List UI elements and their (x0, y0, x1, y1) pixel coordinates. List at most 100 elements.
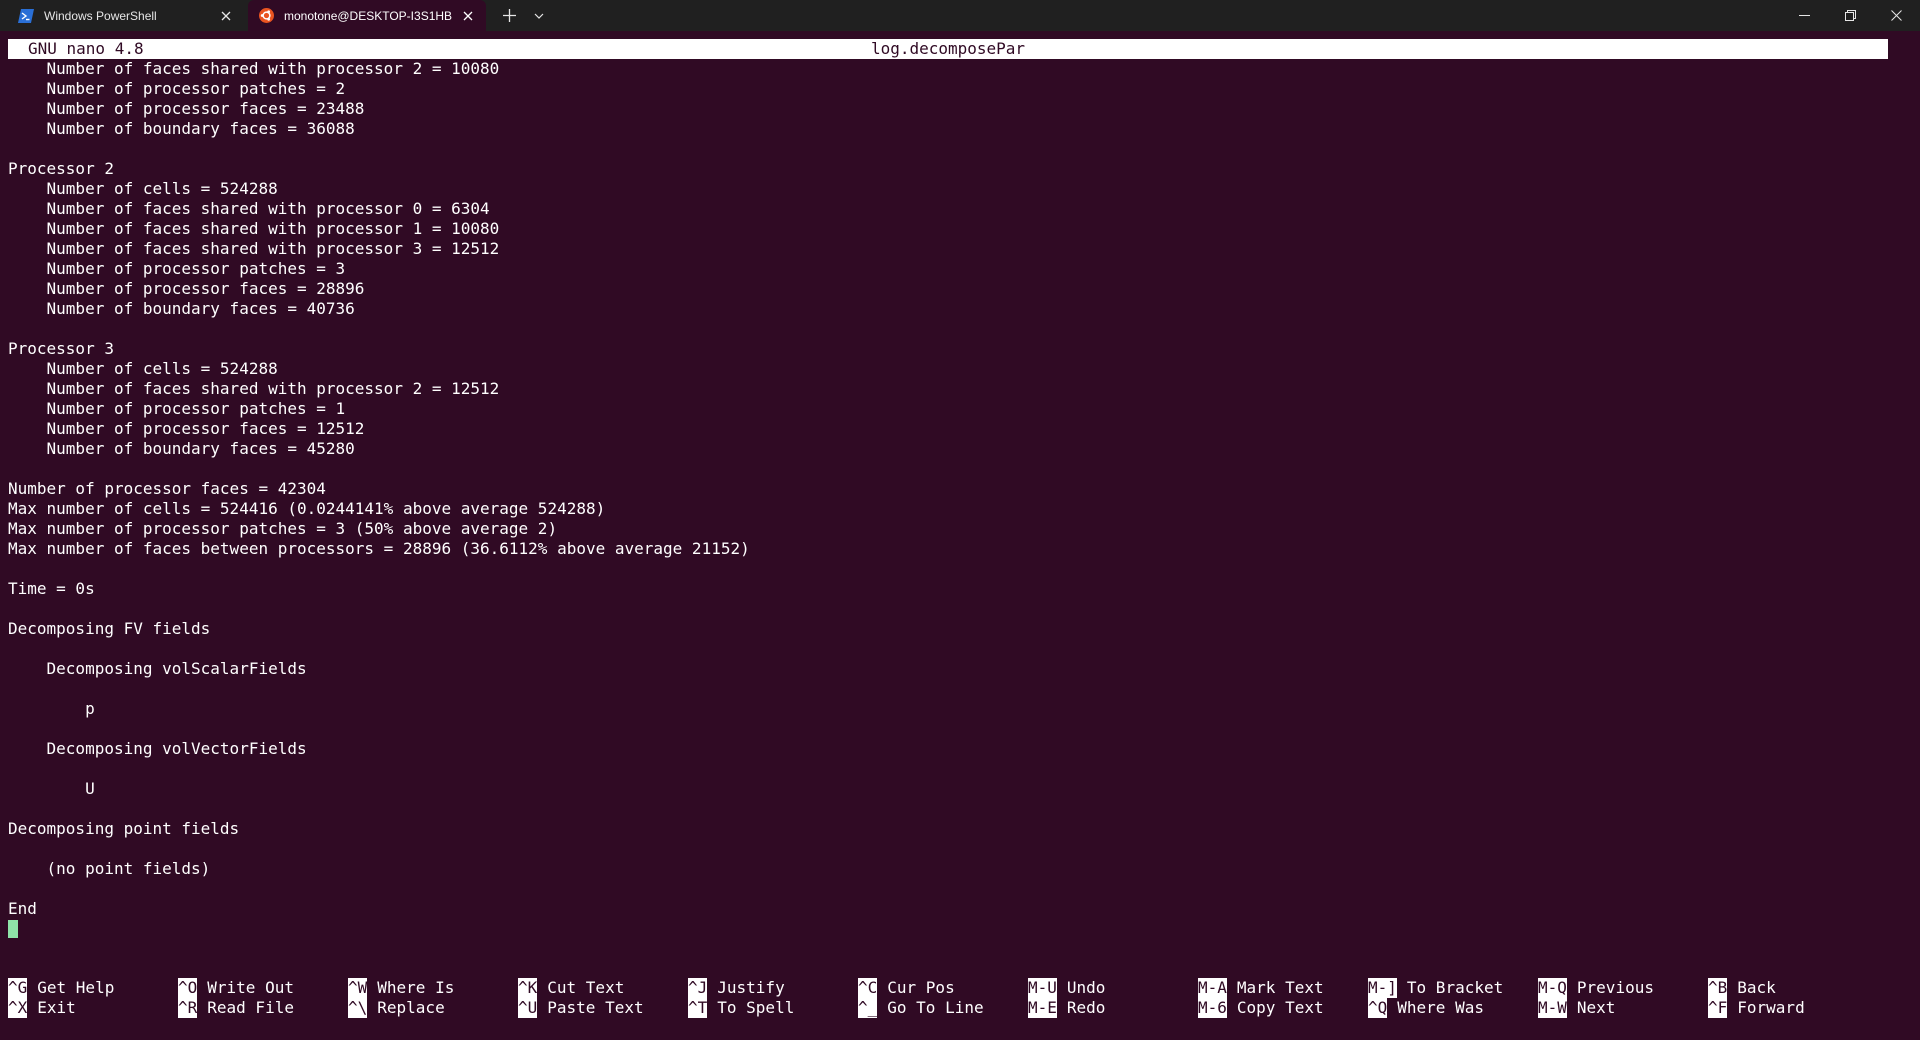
shortcut-label: Read File (207, 998, 294, 1017)
editor-line: Number of processor faces = 23488 (8, 99, 365, 118)
editor-line: Decomposing FV fields (8, 619, 211, 638)
editor-line: (no point fields) (8, 859, 211, 878)
editor-line: p (8, 699, 95, 718)
editor-line: Number of processor faces = 28896 (8, 279, 365, 298)
close-tab-icon[interactable] (458, 6, 478, 26)
shortcut-key: M-A (1198, 978, 1227, 998)
shortcut-label: Undo (1066, 978, 1106, 997)
shortcut-previous[interactable]: M-Q Previous (1538, 978, 1654, 998)
shortcut-key: M-U (1028, 978, 1057, 998)
shortcut-where-is[interactable]: ^W Where Is (348, 978, 454, 998)
tab-ubuntu[interactable]: monotone@DESKTOP-I3S1HB (248, 0, 486, 31)
shortcut-key: ^O (178, 978, 198, 998)
editor-line: U (8, 779, 95, 798)
shortcut-mark-text[interactable]: M-A Mark Text (1198, 978, 1324, 998)
tab-title: monotone@DESKTOP-I3S1HB (284, 8, 453, 23)
shortcut-forward[interactable]: ^F Forward (1708, 998, 1805, 1018)
editor-line: Number of processor patches = 2 (8, 79, 346, 98)
shortcut-key: ^\ (348, 998, 368, 1018)
shortcut-write-out[interactable]: ^O Write Out (178, 978, 294, 998)
editor-line: Number of faces shared with processor 2 … (8, 379, 500, 398)
editor-line: Number of faces shared with processor 3 … (8, 239, 500, 258)
file-name: log.decomposePar (870, 39, 1026, 58)
shortcut-key: M-] (1368, 978, 1397, 998)
shortcut-label: Previous (1576, 978, 1654, 997)
shortcut-label: To Bracket (1406, 978, 1504, 997)
new-tab-button[interactable] (494, 0, 524, 31)
shortcut-cut-text[interactable]: ^K Cut Text (518, 978, 624, 998)
shortcut-label: Get Help (37, 978, 115, 997)
shortcut-redo[interactable]: M-E Redo (1028, 998, 1105, 1018)
tab-dropdown-button[interactable] (526, 0, 552, 31)
tab-title: Windows PowerShell (44, 8, 157, 23)
shortcut-back[interactable]: ^B Back (1708, 978, 1776, 998)
shortcut-label: Exit (37, 998, 76, 1017)
editor-line: Number of processor patches = 1 (8, 399, 346, 418)
shortcut-where-was[interactable]: ^Q Where Was (1368, 998, 1484, 1018)
shortcut-label: Next (1576, 998, 1616, 1017)
editor-line: Max number of faces between processors =… (8, 539, 750, 558)
title-bar: Windows PowerShell monotone@DESKTOP-I3S1… (0, 0, 1920, 31)
tab-windows-powershell[interactable]: Windows PowerShell (8, 0, 244, 31)
shortcut-label: Forward (1737, 998, 1805, 1017)
editor-line: Number of boundary faces = 36088 (8, 119, 355, 138)
shortcut-label: Cut Text (547, 978, 625, 997)
ubuntu-icon (258, 8, 274, 24)
shortcut-paste-text[interactable]: ^U Paste Text (518, 998, 644, 1018)
shortcut-get-help[interactable]: ^G Get Help (8, 978, 114, 998)
editor-line: Number of cells = 524288 (8, 179, 278, 198)
shortcut-exit[interactable]: ^X Exit (8, 998, 76, 1018)
close-tab-icon[interactable] (216, 6, 236, 26)
restore-button[interactable] (1828, 0, 1872, 31)
shortcut-label: Where Was (1397, 998, 1484, 1017)
editor-line: Decomposing volVectorFields (8, 739, 307, 758)
shortcut-label: Go To Line (887, 998, 984, 1017)
shortcut-read-file[interactable]: ^R Read File (178, 998, 294, 1018)
shortcut-to-spell[interactable]: ^T To Spell (688, 998, 794, 1018)
shortcut-cur-pos[interactable]: ^C Cur Pos (858, 978, 955, 998)
shortcut-replace[interactable]: ^\ Replace (348, 998, 445, 1018)
shortcut-copy-text[interactable]: M-6 Copy Text (1198, 998, 1324, 1018)
editor-line: End (8, 899, 37, 918)
plus-icon (502, 9, 516, 22)
shortcut-label: Cur Pos (887, 978, 955, 997)
shortcut-label: Write Out (207, 978, 294, 997)
shortcut-key: ^B (1708, 978, 1728, 998)
shortcut-key: ^C (858, 978, 878, 998)
shortcut-label: Paste Text (547, 998, 644, 1017)
minimize-button[interactable] (1782, 0, 1826, 31)
shortcut-key: ^J (688, 978, 708, 998)
shortcut-label: Justify (717, 978, 785, 997)
shortcut-label: Redo (1066, 998, 1106, 1017)
shortcut-key: ^T (688, 998, 708, 1018)
editor-buffer[interactable]: Number of faces shared with processor 2 … (8, 59, 1888, 959)
close-window-button[interactable] (1874, 0, 1918, 31)
editor-line: Number of processor faces = 42304 (8, 479, 326, 498)
close-icon (1890, 10, 1902, 21)
shortcut-next[interactable]: M-W Next (1538, 998, 1615, 1018)
nano-title-bar: GNU nano 4.8 log.decomposePar (8, 39, 1888, 59)
editor-line: Number of boundary faces = 45280 (8, 439, 355, 458)
shortcut-key: ^_ (858, 998, 878, 1018)
restore-icon (1844, 10, 1856, 21)
shortcut-label: To Spell (717, 998, 795, 1017)
shortcut-label: Replace (377, 998, 445, 1017)
editor-line: Decomposing volScalarFields (8, 659, 307, 678)
shortcut-justify[interactable]: ^J Justify (688, 978, 785, 998)
shortcut-key: M-E (1028, 998, 1057, 1018)
shortcut-key: ^Q (1368, 998, 1388, 1018)
powershell-icon (18, 8, 34, 24)
shortcut-undo[interactable]: M-U Undo (1028, 978, 1105, 998)
shortcut-go-to-line[interactable]: ^_ Go To Line (858, 998, 984, 1018)
shortcut-to-bracket[interactable]: M-] To Bracket (1368, 978, 1503, 998)
editor-line: Decomposing point fields (8, 819, 240, 838)
